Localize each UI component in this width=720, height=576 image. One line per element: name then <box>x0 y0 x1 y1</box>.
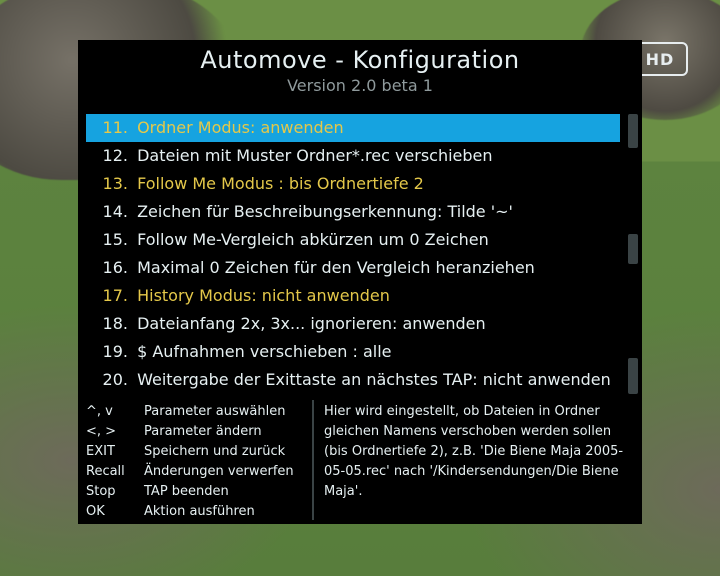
item-number: 15. <box>96 226 128 254</box>
scrollbar-track-top <box>628 114 638 148</box>
key-name: EXIT <box>86 442 144 462</box>
item-number: 18. <box>96 310 128 338</box>
key-row: RecallÄnderungen verwerfen <box>86 462 312 482</box>
item-number: 16. <box>96 254 128 282</box>
dialog-title: Automove - Konfiguration <box>78 46 642 74</box>
key-name: Recall <box>86 462 144 482</box>
settings-item-18[interactable]: 18. Dateianfang 2x, 3x... ignorieren: an… <box>86 310 620 338</box>
settings-item-14[interactable]: 14. Zeichen für Beschreibungserkennung: … <box>86 198 620 226</box>
item-label: Maximal 0 Zeichen für den Vergleich hera… <box>132 258 535 277</box>
scrollbar-track-bottom <box>628 358 638 394</box>
config-dialog: Automove - Konfiguration Version 2.0 bet… <box>78 40 642 524</box>
settings-item-15[interactable]: 15. Follow Me-Vergleich abkürzen um 0 Ze… <box>86 226 620 254</box>
item-label: Follow Me Modus : bis Ordnertiefe 2 <box>132 174 424 193</box>
item-label: Weitergabe der Exittaste an nächstes TAP… <box>132 370 611 389</box>
item-number: 11. <box>96 114 128 142</box>
key-name: <, > <box>86 422 144 442</box>
key-row: StopTAP beenden <box>86 482 312 502</box>
settings-item-17[interactable]: 17. History Modus: nicht anwenden <box>86 282 620 310</box>
item-label: Follow Me-Vergleich abkürzen um 0 Zeiche… <box>132 230 489 249</box>
settings-list[interactable]: 11. Ordner Modus: anwenden12. Dateien mi… <box>86 114 620 394</box>
item-number: 14. <box>96 198 128 226</box>
key-row: EXITSpeichern und zurück <box>86 442 312 462</box>
scrollbar[interactable] <box>628 114 638 394</box>
settings-item-19[interactable]: 19. $ Aufnahmen verschieben : alle <box>86 338 620 366</box>
key-legend: ^, vParameter auswählen<, >Parameter änd… <box>84 400 312 520</box>
key-desc: TAP beenden <box>144 482 229 502</box>
scrollbar-thumb[interactable] <box>628 234 638 264</box>
item-label: $ Aufnahmen verschieben : alle <box>132 342 392 361</box>
settings-item-16[interactable]: 16. Maximal 0 Zeichen für den Vergleich … <box>86 254 620 282</box>
item-label: Dateianfang 2x, 3x... ignorieren: anwend… <box>132 314 486 333</box>
help-text: Hier wird eingestellt, ob Dateien in Ord… <box>312 400 636 520</box>
key-desc: Parameter auswählen <box>144 402 285 422</box>
key-row: <, >Parameter ändern <box>86 422 312 442</box>
settings-item-11[interactable]: 11. Ordner Modus: anwenden <box>86 114 620 142</box>
key-desc: Aktion ausführen <box>144 502 255 522</box>
settings-item-12[interactable]: 12. Dateien mit Muster Ordner*.rec versc… <box>86 142 620 170</box>
key-row: ^, vParameter auswählen <box>86 402 312 422</box>
item-number: 19. <box>96 338 128 366</box>
item-number: 13. <box>96 170 128 198</box>
key-row: OKAktion ausführen <box>86 502 312 522</box>
dialog-version: Version 2.0 beta 1 <box>78 76 642 95</box>
key-name: OK <box>86 502 144 522</box>
item-label: History Modus: nicht anwenden <box>132 286 390 305</box>
key-desc: Speichern und zurück <box>144 442 285 462</box>
item-number: 12. <box>96 142 128 170</box>
item-number: 17. <box>96 282 128 310</box>
item-label: Ordner Modus: anwenden <box>132 118 344 137</box>
settings-item-13[interactable]: 13. Follow Me Modus : bis Ordnertiefe 2 <box>86 170 620 198</box>
item-label: Zeichen für Beschreibungserkennung: Tild… <box>132 202 513 221</box>
key-desc: Änderungen verwerfen <box>144 462 294 482</box>
item-number: 20. <box>96 366 128 394</box>
footer: ^, vParameter auswählen<, >Parameter änd… <box>84 400 636 520</box>
item-label: Dateien mit Muster Ordner*.rec verschieb… <box>132 146 493 165</box>
key-desc: Parameter ändern <box>144 422 262 442</box>
key-name: Stop <box>86 482 144 502</box>
settings-item-20[interactable]: 20. Weitergabe der Exittaste an nächstes… <box>86 366 620 394</box>
key-name: ^, v <box>86 402 144 422</box>
